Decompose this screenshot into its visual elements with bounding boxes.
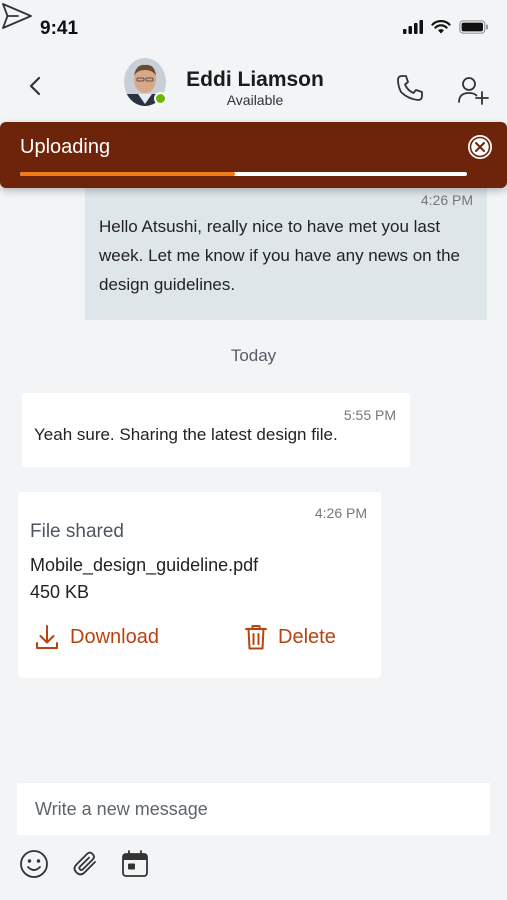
message-outgoing: 4:26 PM Hello Atsushi, really nice to ha… bbox=[85, 186, 487, 320]
paperclip-icon[interactable] bbox=[70, 848, 102, 880]
date-divider: Today bbox=[230, 346, 277, 365]
message-text: Hello Atsushi, really nice to have met y… bbox=[99, 217, 460, 294]
person-add-icon[interactable] bbox=[456, 74, 490, 106]
upload-banner: Uploading bbox=[0, 122, 507, 188]
chat-screen: 9:41 Eddi Liamson Available 4:26 PM Hell… bbox=[0, 0, 507, 900]
upload-progress-bar bbox=[20, 172, 467, 176]
delete-button[interactable]: Delete bbox=[244, 622, 336, 652]
file-shared-title: File shared bbox=[30, 521, 124, 542]
upload-progress-fill bbox=[20, 172, 235, 176]
phone-icon[interactable] bbox=[394, 72, 426, 104]
download-button[interactable]: Download bbox=[34, 622, 159, 652]
message-time: 4:26 PM bbox=[314, 505, 367, 521]
upload-label: Uploading bbox=[20, 136, 111, 158]
file-name: Mobile_design_guideline.pdf bbox=[30, 555, 259, 575]
file-shared-card: 4:26 PM File shared Mobile_design_guidel… bbox=[18, 492, 381, 678]
back-icon[interactable] bbox=[22, 70, 50, 102]
battery-icon bbox=[459, 20, 488, 34]
message-input[interactable] bbox=[17, 783, 490, 835]
close-circle-icon[interactable] bbox=[467, 134, 493, 160]
status-time: 9:41 bbox=[40, 18, 79, 39]
trash-icon bbox=[245, 625, 267, 650]
message-incoming: 5:55 PM Yeah sure. Sharing the latest de… bbox=[22, 393, 410, 467]
delete-label: Delete bbox=[278, 625, 336, 648]
status-icons bbox=[403, 20, 489, 34]
status-bar: 9:41 bbox=[0, 0, 507, 56]
contact-status: Available bbox=[226, 92, 284, 108]
download-icon bbox=[36, 625, 58, 649]
message-time: 4:26 PM bbox=[420, 192, 473, 208]
download-label: Download bbox=[70, 625, 159, 648]
contact-name: Eddi Liamson bbox=[186, 68, 324, 91]
message-time: 5:55 PM bbox=[343, 407, 396, 423]
presence-available-icon bbox=[154, 92, 167, 105]
wifi-icon bbox=[431, 20, 451, 34]
signal-icon bbox=[403, 20, 423, 34]
file-size: 450 KB bbox=[30, 582, 90, 602]
message-text: Yeah sure. Sharing the latest design fil… bbox=[34, 425, 338, 444]
chat-header: Eddi Liamson Available bbox=[0, 56, 507, 116]
emoji-icon[interactable] bbox=[18, 848, 50, 880]
calendar-icon[interactable] bbox=[119, 848, 151, 880]
